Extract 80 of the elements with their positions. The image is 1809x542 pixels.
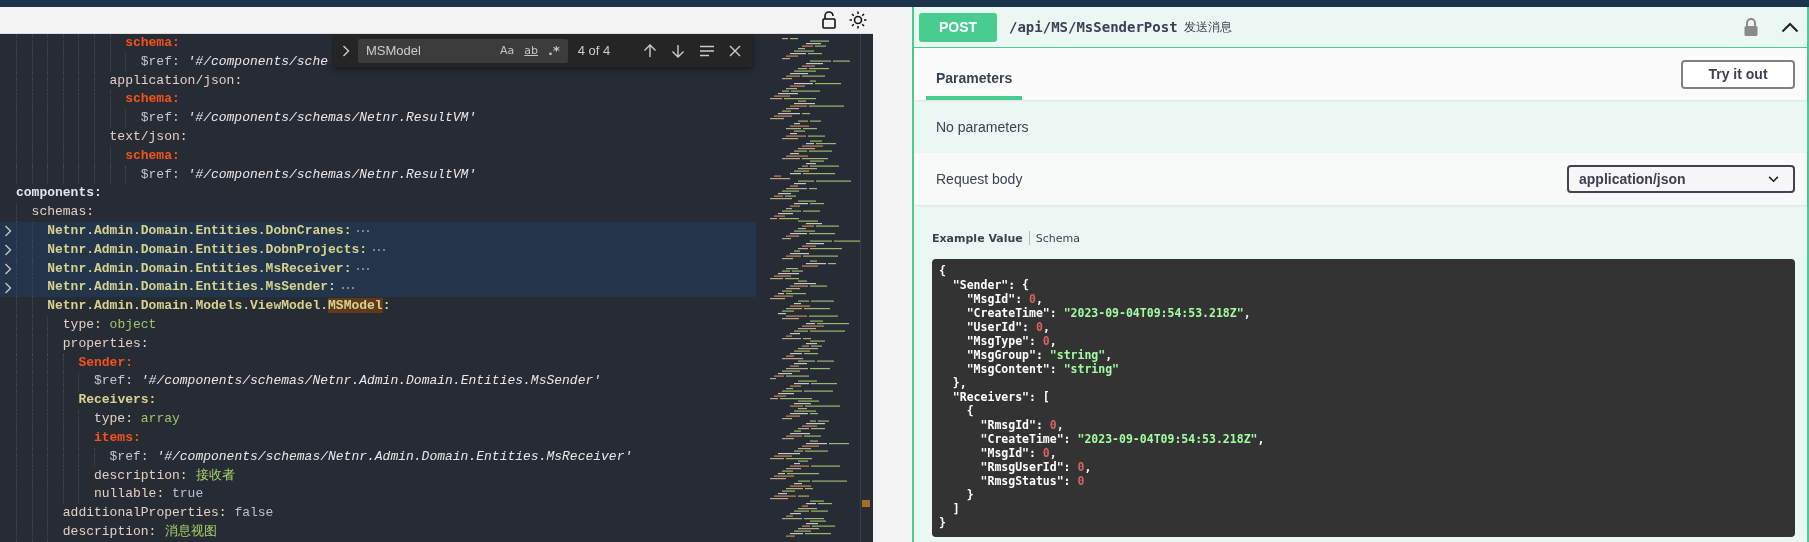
code-line: items: — [93, 428, 141, 447]
code-line: type: object — [62, 315, 157, 334]
code-line: $ref: '#/components/sche — [140, 52, 328, 71]
code-line: $ref: '#/components/schemas/Netnr.Admin.Domain.Entities.MsSender' — [93, 372, 602, 391]
unlock-icon[interactable] — [821, 11, 837, 29]
code-line: "MsgGroup": "string", — [965, 348, 1114, 362]
match-count: 4 of 4 — [577, 43, 611, 58]
arrow-down-icon[interactable] — [671, 43, 685, 58]
code-line: description: 消息视图 — [62, 522, 217, 542]
code-line: "RmsgUserId": 0, — [979, 460, 1093, 474]
code-line: Netnr.Admin.Domain.Models.ViewModel.MSModel: — [47, 297, 391, 316]
code-line: "UserId": 0, — [965, 320, 1051, 334]
code-line: "CreateTime": "2023-09-04T09:54:53.218Z", — [979, 432, 1266, 446]
code-line: "MsgId": 0, — [965, 292, 1044, 306]
lock-icon[interactable] — [1743, 17, 1759, 37]
code-line: "MsgContent": "string" — [965, 362, 1120, 376]
example-tab[interactable]: Example Value — [932, 231, 1023, 245]
chevron-right-icon[interactable] — [4, 225, 12, 238]
operation-summary-text: 发送消息 — [1183, 19, 1232, 35]
code-line: "Receivers": [ — [951, 390, 1051, 404]
find-option[interactable]: .* — [544, 40, 564, 61]
code-line: { — [939, 264, 947, 278]
code-line: schema: — [125, 90, 180, 109]
code-line: "RmsgId": 0, — [979, 418, 1065, 432]
no-parameters-text: No parameters — [936, 118, 1029, 135]
code-line: Netnr.Admin.Domain.Entities.DobnProjects: — [47, 240, 368, 259]
example-tab[interactable]: Schema — [1035, 231, 1081, 245]
request-body-label: Request body — [936, 171, 1023, 187]
code-line: "MsgType": 0, — [965, 334, 1058, 348]
method-badge: POST — [919, 12, 997, 42]
code-line: Netnr.Admin.Domain.Entities.MsReceiver: — [47, 259, 352, 278]
code-line: { — [965, 404, 975, 418]
chevron-down-icon — [1768, 175, 1779, 183]
chevron-right-icon[interactable] — [342, 44, 350, 57]
code-line: properties: — [62, 334, 149, 353]
endpoint-path: /api/MS/MsSenderPost — [1009, 19, 1178, 35]
code-line: "MsgId": 0, — [979, 446, 1058, 460]
ellipsis-icon[interactable] — [356, 229, 371, 234]
code-line: "RmsgStatus": 0 — [979, 474, 1086, 488]
lines-icon[interactable] — [699, 44, 715, 57]
code-line: additionalProperties: false — [62, 503, 274, 522]
code-line: schema: — [125, 34, 180, 52]
content-type-select[interactable]: application/json — [1567, 165, 1795, 193]
code-line: $ref: '#/components/schemas/Netnr.Admin.Domain.Entities.MsReceiver' — [109, 447, 633, 466]
code-line: type: array — [93, 409, 180, 428]
code-line: $ref: '#/components/schemas/Netnr.ResultVM' — [140, 165, 477, 184]
ellipsis-icon[interactable] — [340, 285, 355, 290]
code-line: Receivers: — [78, 391, 157, 410]
code-line: Sender: — [78, 353, 133, 372]
try-it-out-button[interactable]: Try it out — [1681, 59, 1795, 89]
match-marker — [862, 500, 870, 507]
chevron-icon[interactable] — [1781, 21, 1799, 33]
code-line: } — [965, 488, 975, 502]
arrow-up-icon[interactable] — [643, 43, 657, 58]
code-line: "CreateTime": "2023-09-04T09:54:53.218Z", — [965, 306, 1252, 320]
code-line: $ref: '#/components/schemas/Netnr.ResultVM' — [140, 109, 477, 128]
ellipsis-icon[interactable] — [372, 248, 387, 253]
code-line: ] — [951, 502, 961, 516]
code-line: Netnr.Admin.Domain.Entities.DobnCranes: — [47, 221, 352, 240]
code-line: schema: — [125, 146, 180, 165]
code-line: } — [939, 516, 947, 530]
search-field[interactable]: MSModel — [358, 38, 496, 63]
code-line: "Sender": { — [951, 278, 1031, 292]
find-option[interactable]: Aa — [496, 40, 519, 61]
chevron-right-icon[interactable] — [4, 262, 12, 275]
code-line: text/json: — [109, 128, 188, 146]
code-line: schemas: — [31, 203, 94, 222]
ellipsis-icon[interactable] — [356, 266, 371, 271]
find-option[interactable]: ab — [520, 40, 542, 61]
chevron-right-icon[interactable] — [4, 281, 12, 294]
close-icon[interactable] — [729, 44, 741, 57]
code-line: components: — [16, 184, 102, 203]
parameters-tab[interactable]: Parameters — [926, 48, 1023, 100]
chevron-right-icon[interactable] — [4, 244, 12, 257]
code-line: description: 接收者 — [93, 465, 235, 485]
code-line: nullable: true — [93, 485, 204, 504]
code-line: application/json: — [109, 71, 243, 90]
sun-icon[interactable] — [849, 11, 867, 29]
code-line: Netnr.Admin.Domain.Entities.MsSender: — [47, 278, 336, 297]
code-line: }, — [951, 376, 968, 390]
